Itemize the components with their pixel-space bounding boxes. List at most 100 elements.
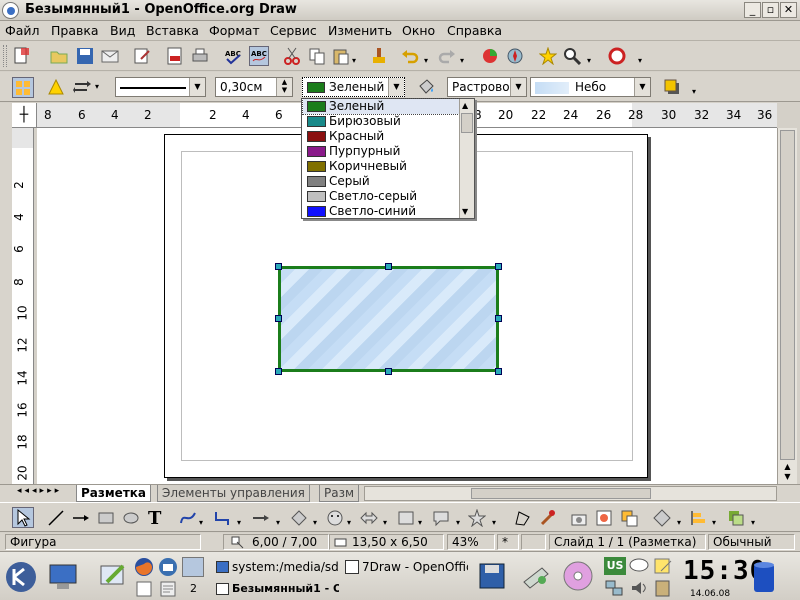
curve-dropdown-icon[interactable]: ▾	[199, 518, 203, 527]
edit-file-icon[interactable]	[133, 47, 151, 65]
symbol-shapes-icon[interactable]	[326, 509, 344, 527]
undo-icon[interactable]	[401, 47, 419, 65]
align-dropdown-icon[interactable]: ▾	[712, 518, 716, 527]
connector-dropdown-icon[interactable]: ▾	[237, 518, 241, 527]
rectangle-shape[interactable]	[278, 266, 499, 372]
email-icon[interactable]	[101, 47, 119, 65]
menu-insert[interactable]: Вставка	[146, 23, 199, 38]
task-button-active[interactable]: Безымянный1 - Ope	[214, 579, 339, 599]
layout-icon[interactable]	[12, 77, 34, 98]
redo-icon[interactable]	[438, 47, 456, 65]
color-option[interactable]: Пурпурный	[303, 144, 459, 159]
toolbar-options-icon[interactable]: ▾	[638, 56, 642, 65]
points-icon[interactable]	[513, 509, 531, 527]
toolbar-grip[interactable]	[3, 45, 7, 67]
text-tool-icon[interactable]: T	[148, 508, 166, 529]
scroll-thumb[interactable]	[780, 130, 795, 460]
callouts-dropdown-icon[interactable]: ▾	[456, 518, 460, 527]
arrow-style-dropdown-icon[interactable]: ▾	[95, 82, 99, 91]
menu-tools[interactable]: Сервис	[270, 23, 317, 38]
task-button-7draw[interactable]: 7Draw - OpenOffic	[342, 558, 468, 576]
open-icon[interactable]	[50, 47, 68, 65]
task-button-media[interactable]: system:/media/sd	[214, 558, 339, 576]
flowchart-dropdown-icon[interactable]: ▾	[418, 518, 422, 527]
zoom-icon[interactable]	[563, 47, 582, 66]
dropdown-scrollbar[interactable]: ▲ ▼	[459, 99, 474, 218]
zoom-dropdown-icon[interactable]: ▾	[587, 56, 591, 65]
stars-dropdown-icon[interactable]: ▾	[492, 518, 496, 527]
resize-handle[interactable]	[275, 368, 282, 375]
virtual-desktop-number[interactable]: 2	[190, 582, 202, 595]
color-option[interactable]: Светло-синий	[303, 204, 459, 219]
redo-dropdown-icon[interactable]: ▾	[460, 56, 464, 65]
gallery-icon[interactable]	[538, 46, 558, 66]
spellcheck-icon[interactable]: ABC	[224, 47, 242, 65]
autospellcheck-icon[interactable]: ABC	[249, 46, 269, 66]
mount-icon[interactable]	[520, 562, 552, 590]
docs-icon[interactable]	[158, 580, 178, 598]
volume-icon[interactable]	[629, 579, 649, 597]
network-icon[interactable]	[604, 579, 624, 597]
ellipse-tool-icon[interactable]	[122, 509, 140, 527]
dropdown-scroll-thumb[interactable]	[461, 113, 473, 133]
dropdown-scroll-down-icon[interactable]: ▼	[462, 207, 468, 216]
color-option[interactable]: Светло-серый	[303, 189, 459, 204]
copy-icon[interactable]	[308, 47, 326, 65]
desktop-edit-icon[interactable]	[98, 560, 128, 590]
save-icon[interactable]	[76, 47, 94, 65]
menu-format[interactable]: Формат	[209, 23, 260, 38]
line-width-field[interactable]: 0,30см ▲ ▼	[215, 77, 293, 97]
rotate-dropdown-icon[interactable]: ▾	[677, 518, 681, 527]
align-icon[interactable]	[690, 509, 708, 527]
line-tool-icon[interactable]	[47, 509, 65, 527]
arrow-line-tool-icon[interactable]	[72, 509, 90, 527]
help-icon[interactable]	[608, 47, 626, 65]
tab-nav-icons[interactable]: ◂◂◂▸▸▸	[17, 486, 62, 496]
app-launcher-icon[interactable]	[182, 557, 204, 577]
tab-stop-selector[interactable]: ┼	[12, 103, 37, 128]
print-icon[interactable]	[191, 47, 209, 65]
menu-file[interactable]: Файл	[5, 23, 40, 38]
connector-tool-icon[interactable]	[213, 509, 231, 527]
color-option[interactable]: Зеленый	[302, 98, 460, 115]
menu-modify[interactable]: Изменить	[328, 23, 392, 38]
firefox-icon[interactable]	[134, 557, 154, 577]
area-fill-icon[interactable]	[417, 78, 435, 96]
cd-icon[interactable]	[562, 560, 594, 592]
flowchart-icon[interactable]	[397, 509, 415, 527]
resize-handle[interactable]	[385, 368, 392, 375]
toolbar2-options-icon[interactable]: ▾	[692, 87, 696, 96]
maximize-button[interactable]: ▫	[762, 2, 779, 18]
menu-help[interactable]: Справка	[447, 23, 502, 38]
chart-icon[interactable]	[481, 47, 499, 65]
vertical-scrollbar[interactable]: ▲ ▼	[777, 128, 797, 484]
line-style-icon[interactable]	[47, 78, 65, 96]
thunderbird-icon[interactable]	[158, 557, 178, 577]
hscroll-thumb[interactable]	[471, 488, 651, 499]
shadow-icon[interactable]	[663, 78, 681, 96]
horizontal-scrollbar[interactable]	[364, 486, 777, 501]
files-icon[interactable]	[134, 580, 154, 598]
notes-icon[interactable]	[653, 557, 673, 575]
color-option[interactable]: Бирюзовый	[303, 114, 459, 129]
scroll-down-icon[interactable]: ▼	[780, 472, 795, 482]
line-style-select[interactable]: ▼	[115, 77, 206, 97]
chat-icon[interactable]	[629, 557, 649, 575]
tab-layout[interactable]: Разметка	[76, 485, 152, 502]
fill-pattern-select[interactable]: Небо ▼	[530, 77, 651, 97]
resize-handle[interactable]	[275, 263, 282, 270]
line-color-select[interactable]: Зеленый ▼	[302, 77, 405, 97]
format-paintbrush-icon[interactable]	[370, 47, 388, 65]
stars-icon[interactable]	[467, 508, 487, 528]
lines-dropdown-icon[interactable]: ▾	[276, 518, 280, 527]
kde-menu-icon[interactable]	[4, 560, 38, 594]
arrange-dropdown-icon[interactable]: ▾	[751, 518, 755, 527]
computer-icon[interactable]	[47, 562, 79, 592]
resize-handle[interactable]	[495, 263, 502, 270]
resize-handle[interactable]	[275, 315, 282, 322]
arrow-style-icon[interactable]	[73, 78, 91, 96]
new-document-icon[interactable]	[12, 47, 30, 65]
rectangle-tool-icon[interactable]	[97, 509, 115, 527]
arrange-icon[interactable]	[727, 509, 745, 527]
image-from-file-icon[interactable]	[570, 509, 588, 527]
